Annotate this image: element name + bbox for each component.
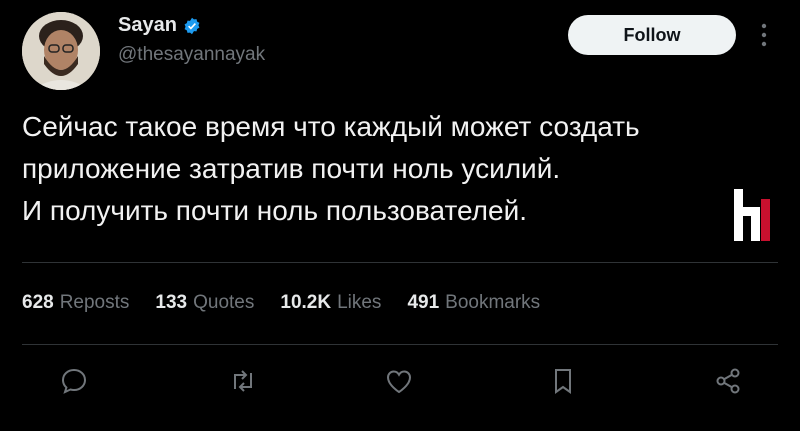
bookmark-icon (555, 369, 571, 394)
repost-button[interactable] (227, 365, 259, 397)
stat-label: Quotes (193, 292, 255, 313)
share-button[interactable] (712, 365, 744, 397)
author-name-row[interactable]: Sayan (118, 14, 201, 37)
watermark-logo (734, 189, 770, 241)
stat-reposts[interactable]: 628 Reposts (22, 292, 129, 314)
repost-icon (234, 370, 252, 392)
author-name[interactable]: Sayan (118, 14, 177, 37)
more-options-icon[interactable] (760, 22, 768, 48)
stat-quotes[interactable]: 133 Quotes (155, 292, 254, 314)
engagement-stats: 628 Reposts 133 Quotes 10.2K Likes 491 Bookm… (22, 292, 540, 314)
tweet-text: Сейчас такое время что каждый может созд… (22, 111, 640, 226)
divider-top (22, 262, 778, 263)
follow-button[interactable]: Follow (568, 15, 736, 55)
stat-bookmarks[interactable]: 491 Bookmarks (407, 292, 540, 314)
stat-label: Bookmarks (445, 292, 541, 313)
stat-likes[interactable]: 10.2K Likes (280, 292, 381, 314)
share-icon (716, 368, 740, 394)
like-icon (386, 370, 412, 394)
stat-number: 10.2K (280, 292, 332, 313)
divider-bottom (22, 344, 778, 345)
reply-icon (61, 368, 87, 394)
verified-badge-icon (184, 17, 200, 34)
stat-label: Reposts (59, 292, 130, 313)
reply-button[interactable] (58, 365, 90, 397)
avatar[interactable] (22, 12, 100, 90)
avatar-photo (22, 12, 100, 90)
like-button[interactable] (383, 365, 415, 397)
stat-number: 491 (407, 292, 440, 313)
stat-label: Likes (337, 292, 382, 313)
bookmark-button[interactable] (547, 365, 579, 397)
stat-number: 133 (155, 292, 188, 313)
stat-number: 628 (22, 292, 54, 313)
author-handle[interactable]: @thesayannayak (118, 44, 265, 66)
action-bar (0, 365, 800, 405)
